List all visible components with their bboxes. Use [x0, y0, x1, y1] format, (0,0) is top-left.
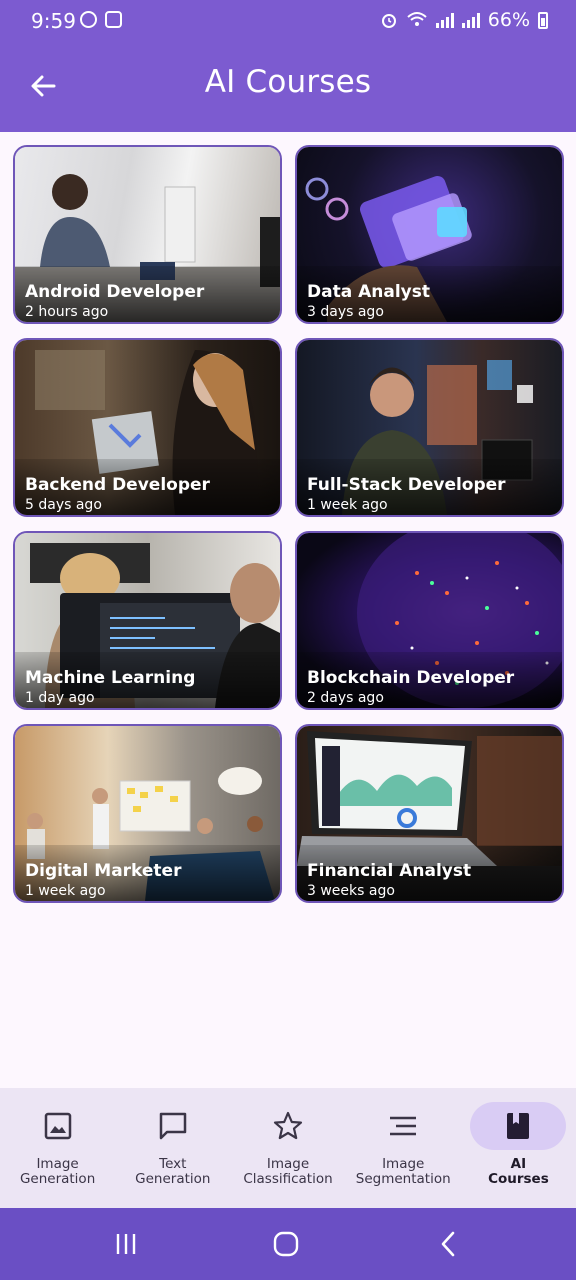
course-time: 1 week ago	[25, 883, 106, 899]
signal-icon	[435, 12, 454, 28]
signal-2-icon	[461, 12, 480, 28]
battery-icon	[538, 11, 548, 29]
chat-icon	[159, 1112, 187, 1140]
chevron-left-icon	[441, 1231, 455, 1257]
course-time: 2 days ago	[307, 690, 384, 706]
system-back-button[interactable]	[428, 1228, 468, 1260]
course-card[interactable]: Data Analyst 3 days ago	[295, 145, 564, 324]
course-time: 1 week ago	[307, 497, 388, 513]
recent-apps-icon	[116, 1234, 136, 1254]
bottom-navigation: Image Generation Text Generation Image C…	[0, 1088, 576, 1208]
nav-label: Image Generation	[19, 1156, 96, 1187]
course-time: 3 days ago	[307, 304, 384, 320]
course-title: Digital Marketer	[25, 861, 182, 881]
course-title: Data Analyst	[307, 282, 430, 302]
nav-item-image-generation[interactable]: Image Generation	[0, 1088, 115, 1208]
lines-icon	[390, 1116, 417, 1136]
star-icon	[273, 1111, 303, 1140]
course-card[interactable]: Android Developer 2 hours ago	[13, 145, 282, 324]
nav-label: Text Generation	[135, 1156, 211, 1187]
system-navigation-bar	[0, 1208, 576, 1280]
page-title: AI Courses	[204, 64, 372, 100]
home-button[interactable]	[266, 1228, 306, 1260]
gallery-notification-icon	[105, 11, 122, 28]
book-icon	[507, 1113, 530, 1139]
app-bar: AI Courses	[0, 42, 576, 132]
nav-label: AI Courses	[488, 1156, 549, 1187]
course-title: Backend Developer	[25, 475, 210, 495]
battery-percent: 66%	[487, 9, 530, 31]
course-grid: Android Developer 2 hours ago Data Analy…	[13, 145, 564, 903]
status-time: 9:59	[31, 9, 76, 33]
course-card[interactable]: Blockchain Developer 2 days ago	[295, 531, 564, 710]
course-time: 1 day ago	[25, 690, 95, 706]
alarm-icon	[381, 14, 396, 28]
course-card[interactable]: Digital Marketer 1 week ago	[13, 724, 282, 903]
nav-item-image-segmentation[interactable]: Image Segmentation	[346, 1088, 461, 1208]
course-card[interactable]: Backend Developer 5 days ago	[13, 338, 282, 517]
course-time: 2 hours ago	[25, 304, 109, 320]
course-card[interactable]: Financial Analyst 3 weeks ago	[295, 724, 564, 903]
status-right: 66%	[380, 9, 548, 31]
nav-item-text-generation[interactable]: Text Generation	[115, 1088, 230, 1208]
course-title: Machine Learning	[25, 668, 196, 688]
notification-icons	[80, 11, 122, 28]
status-bar: 9:59 66%	[0, 0, 576, 42]
nav-label: Image Segmentation	[355, 1156, 451, 1187]
course-time: 5 days ago	[25, 497, 102, 513]
course-time: 3 weeks ago	[307, 883, 395, 899]
course-title: Android Developer	[25, 282, 205, 302]
wifi-icon	[407, 12, 427, 26]
course-title: Financial Analyst	[307, 861, 472, 881]
nav-label: Image Classification	[243, 1156, 333, 1187]
course-title: Blockchain Developer	[307, 668, 515, 688]
app-notification-icon	[80, 11, 97, 28]
course-title: Full-Stack Developer	[307, 475, 506, 495]
nav-item-ai-courses[interactable]: AI Courses	[461, 1088, 576, 1208]
recent-apps-button[interactable]	[106, 1228, 146, 1260]
course-card[interactable]: Full-Stack Developer 1 week ago	[295, 338, 564, 517]
image-icon	[44, 1112, 71, 1140]
nav-item-image-classification[interactable]: Image Classification	[230, 1088, 345, 1208]
course-card[interactable]: Machine Learning 1 day ago	[13, 531, 282, 710]
home-icon	[273, 1231, 299, 1257]
